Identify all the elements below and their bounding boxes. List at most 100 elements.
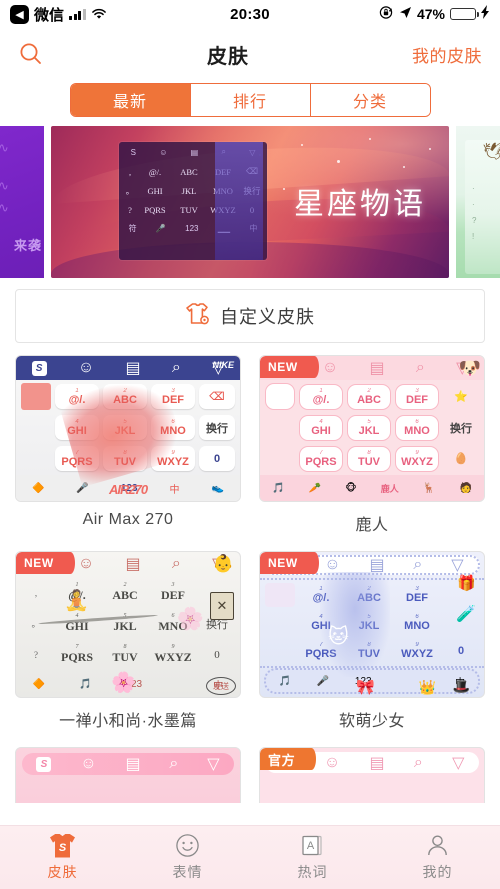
- keyboard-toolbar: S ☺ ▤ ⌕ ▽: [22, 753, 234, 775]
- skin-thumbnail[interactable]: S ☺ ▤ ⌕ ▽ NIKE 1 @/. 2 ABC 3 DEF ⌫ 4 GHI…: [15, 355, 241, 502]
- key-at: 1@/.: [299, 383, 343, 410]
- bottom-navigation: S 皮肤 表情 A 热词 我的: [0, 825, 500, 889]
- punct-period: 。: [125, 185, 135, 196]
- mic-icon: 🎤: [155, 223, 166, 233]
- tab-category[interactable]: 分类: [310, 84, 430, 116]
- gift-box-icon: 🎁: [457, 575, 476, 592]
- lotus-faded-icon: 🌸: [176, 606, 204, 631]
- skin-thumbnail[interactable]: NEW S ☺ ▤ ⌕ ▽ , 1@/. 2ABC 3DEF 。 4GHI: [15, 551, 241, 698]
- key-zero: 0: [199, 445, 235, 472]
- banner-prev-peek[interactable]: ∿ ∿ ∿ 来袭: [0, 126, 44, 278]
- wifi-icon: [91, 8, 107, 20]
- skin-card-ruanmeng-shaonv[interactable]: NEW S ☺ ▤ ⌕ ▽ 1@/. 2ABC 3DEF 4GHI: [259, 551, 485, 741]
- banner-next-peek[interactable]: 🕊 · · ? !: [456, 126, 500, 278]
- person-icon: 🧑: [459, 482, 472, 494]
- tab-ranking[interactable]: 排行: [190, 84, 311, 116]
- key-def: 3DEF: [406, 586, 428, 604]
- key-tuv: TUV: [180, 204, 198, 215]
- next-peek-dot-1: ·: [472, 184, 475, 193]
- bottom-nav-item-skins[interactable]: S 皮肤: [0, 833, 125, 882]
- status-bar: ◀ 微信 20:30 47%: [0, 0, 500, 28]
- key-abc: 2ABC: [347, 383, 391, 410]
- skin-card-luren[interactable]: NEW S ☺ ▤ ⌕ ▽ 1@/. 2ABC 3DEF ⭐ 4GHI: [259, 355, 485, 545]
- skin-thumbnail[interactable]: NEW S ☺ ▤ ⌕ ▽ 1@/. 2ABC 3DEF 4GHI: [259, 551, 485, 698]
- keyboard-icon: ▤: [125, 756, 141, 773]
- carrot-icon: 🥕: [308, 482, 322, 494]
- back-to-app-label[interactable]: 微信: [34, 4, 64, 25]
- next-peek-q: ?: [472, 216, 477, 225]
- keyboard-keys: , 1@/. 2ABC 3DEF 🌸: [260, 773, 484, 803]
- sogou-round-icon: 🔶: [32, 678, 46, 690]
- bird-decor-icon: 🕊: [482, 142, 500, 161]
- squiggle-decor-1: ∿: [0, 140, 9, 155]
- search-button[interactable]: [18, 41, 44, 67]
- banner-carousel[interactable]: ∿ ∿ ∿ 来袭 S ☺ ▤ ⌕ ▽: [0, 126, 500, 278]
- bottom-nav-item-hotwords[interactable]: A 热词: [250, 834, 375, 882]
- person-icon: [425, 834, 450, 858]
- key-ghi: 4GHI: [55, 414, 99, 441]
- search-icon: ⌕: [413, 753, 423, 771]
- music-note-icon: 🎵: [278, 675, 292, 687]
- signal-bars-icon: [69, 8, 86, 20]
- key-mno: 6 MNO: [395, 414, 439, 441]
- crown-icon: 👑: [418, 679, 436, 695]
- punct-comma: ,: [128, 166, 132, 177]
- punct-column-2: [265, 414, 295, 441]
- tshirt-gear-icon: [185, 302, 211, 331]
- key-at: @/.: [148, 166, 162, 177]
- airmax-logo: AIR270: [109, 482, 148, 497]
- skin-thumbnail[interactable]: 官方 S ☺ ▤ ⌕ ▽ , 1@/. 2ABC 3DEF 🌸: [259, 747, 485, 803]
- skin-card-official-pink[interactable]: 官方 S ☺ ▤ ⌕ ▽ , 1@/. 2ABC 3DEF 🌸: [259, 747, 485, 803]
- letter-a-card-icon: A: [300, 834, 325, 858]
- emoji-icon: ☺: [321, 359, 339, 376]
- squiggle-decor-2: ∿: [0, 178, 9, 193]
- rotation-lock-icon: [379, 5, 394, 24]
- search-icon: ⌕: [169, 755, 179, 772]
- punct-column: [265, 383, 295, 410]
- skin-thumbnail[interactable]: S ☺ ▤ ⌕ ▽ 🍃 🍒 🍒 🍒 🍒: [15, 747, 241, 803]
- skin-card-air-max-270[interactable]: S ☺ ▤ ⌕ ▽ NIKE 1 @/. 2 ABC 3 DEF ⌫ 4 GHI…: [15, 355, 241, 545]
- key-lang: 中: [169, 484, 180, 496]
- tab-latest[interactable]: 最新: [70, 84, 191, 116]
- app-header: 皮肤 我的皮肤: [0, 28, 500, 80]
- sogou-logo-icon: S: [36, 756, 52, 772]
- skin-thumbnail[interactable]: NEW S ☺ ▤ ⌕ ▽ 1@/. 2ABC 3DEF ⭐ 4GHI: [259, 355, 485, 502]
- banner-active-slide[interactable]: S ☺ ▤ ⌕ ▽ , @/. ABC DEF ⌫ 。 GHI JKL MNO …: [51, 126, 449, 278]
- skin-card-yichan-ink[interactable]: NEW S ☺ ▤ ⌕ ▽ , 1@/. 2ABC 3DEF 。 4GHI: [15, 551, 241, 741]
- lotus-icon: 🌸: [111, 672, 136, 694]
- tab-category-label: 分类: [352, 94, 387, 111]
- bottom-nav-item-emoji[interactable]: 表情: [125, 834, 250, 882]
- back-to-app-icon[interactable]: ◀: [10, 4, 29, 24]
- skin-card-cherry[interactable]: S ☺ ▤ ⌕ ▽ 🍃 🍒 🍒 🍒 🍒: [15, 747, 241, 803]
- sogou-logo-icon: S: [31, 360, 47, 376]
- emoji-icon: ☺: [323, 753, 341, 771]
- key-pqrs: PQRS: [144, 204, 166, 215]
- monkey-icon: 🐵: [345, 482, 357, 494]
- key-pqrs: 7PQRS: [55, 445, 99, 472]
- key-tuv: 8TUV: [347, 445, 391, 472]
- my-skins-button[interactable]: 我的皮肤: [412, 42, 482, 67]
- search-icon: ⌕: [415, 359, 425, 376]
- emoji-icon: ☺: [77, 555, 95, 572]
- bottom-nav-label-emoji: 表情: [172, 863, 203, 880]
- bottom-nav-label-hotwords: 热词: [297, 863, 328, 880]
- next-peek-ex: !: [472, 232, 475, 241]
- custom-skin-button[interactable]: 自定义皮肤: [15, 289, 485, 343]
- pink-bow-icon: 🎀: [356, 679, 375, 696]
- custom-skin-section: 自定义皮肤: [0, 278, 500, 355]
- smiley-icon: [175, 834, 200, 858]
- key-ghi: 4GHI: [299, 414, 343, 441]
- bottom-nav-item-mine[interactable]: 我的: [375, 834, 500, 882]
- seal-stamp-icon: 发送: [206, 677, 236, 695]
- next-peek-dot-2: ·: [472, 200, 475, 209]
- key-tuv: 8TUV: [103, 445, 147, 472]
- bottom-nav-label-skins: 皮肤: [47, 863, 78, 880]
- keyboard-icon: ▤: [125, 556, 141, 573]
- location-arrow-icon: [399, 6, 412, 23]
- keyboard-icon: ▤: [369, 754, 385, 772]
- search-icon: ⌕: [171, 555, 181, 572]
- key-tuv: 8TUV: [112, 644, 138, 664]
- punct-question: ?: [128, 204, 132, 215]
- monk-sticker-icon: 👶: [212, 554, 234, 573]
- category-tabs: 最新 排行 分类: [0, 80, 500, 126]
